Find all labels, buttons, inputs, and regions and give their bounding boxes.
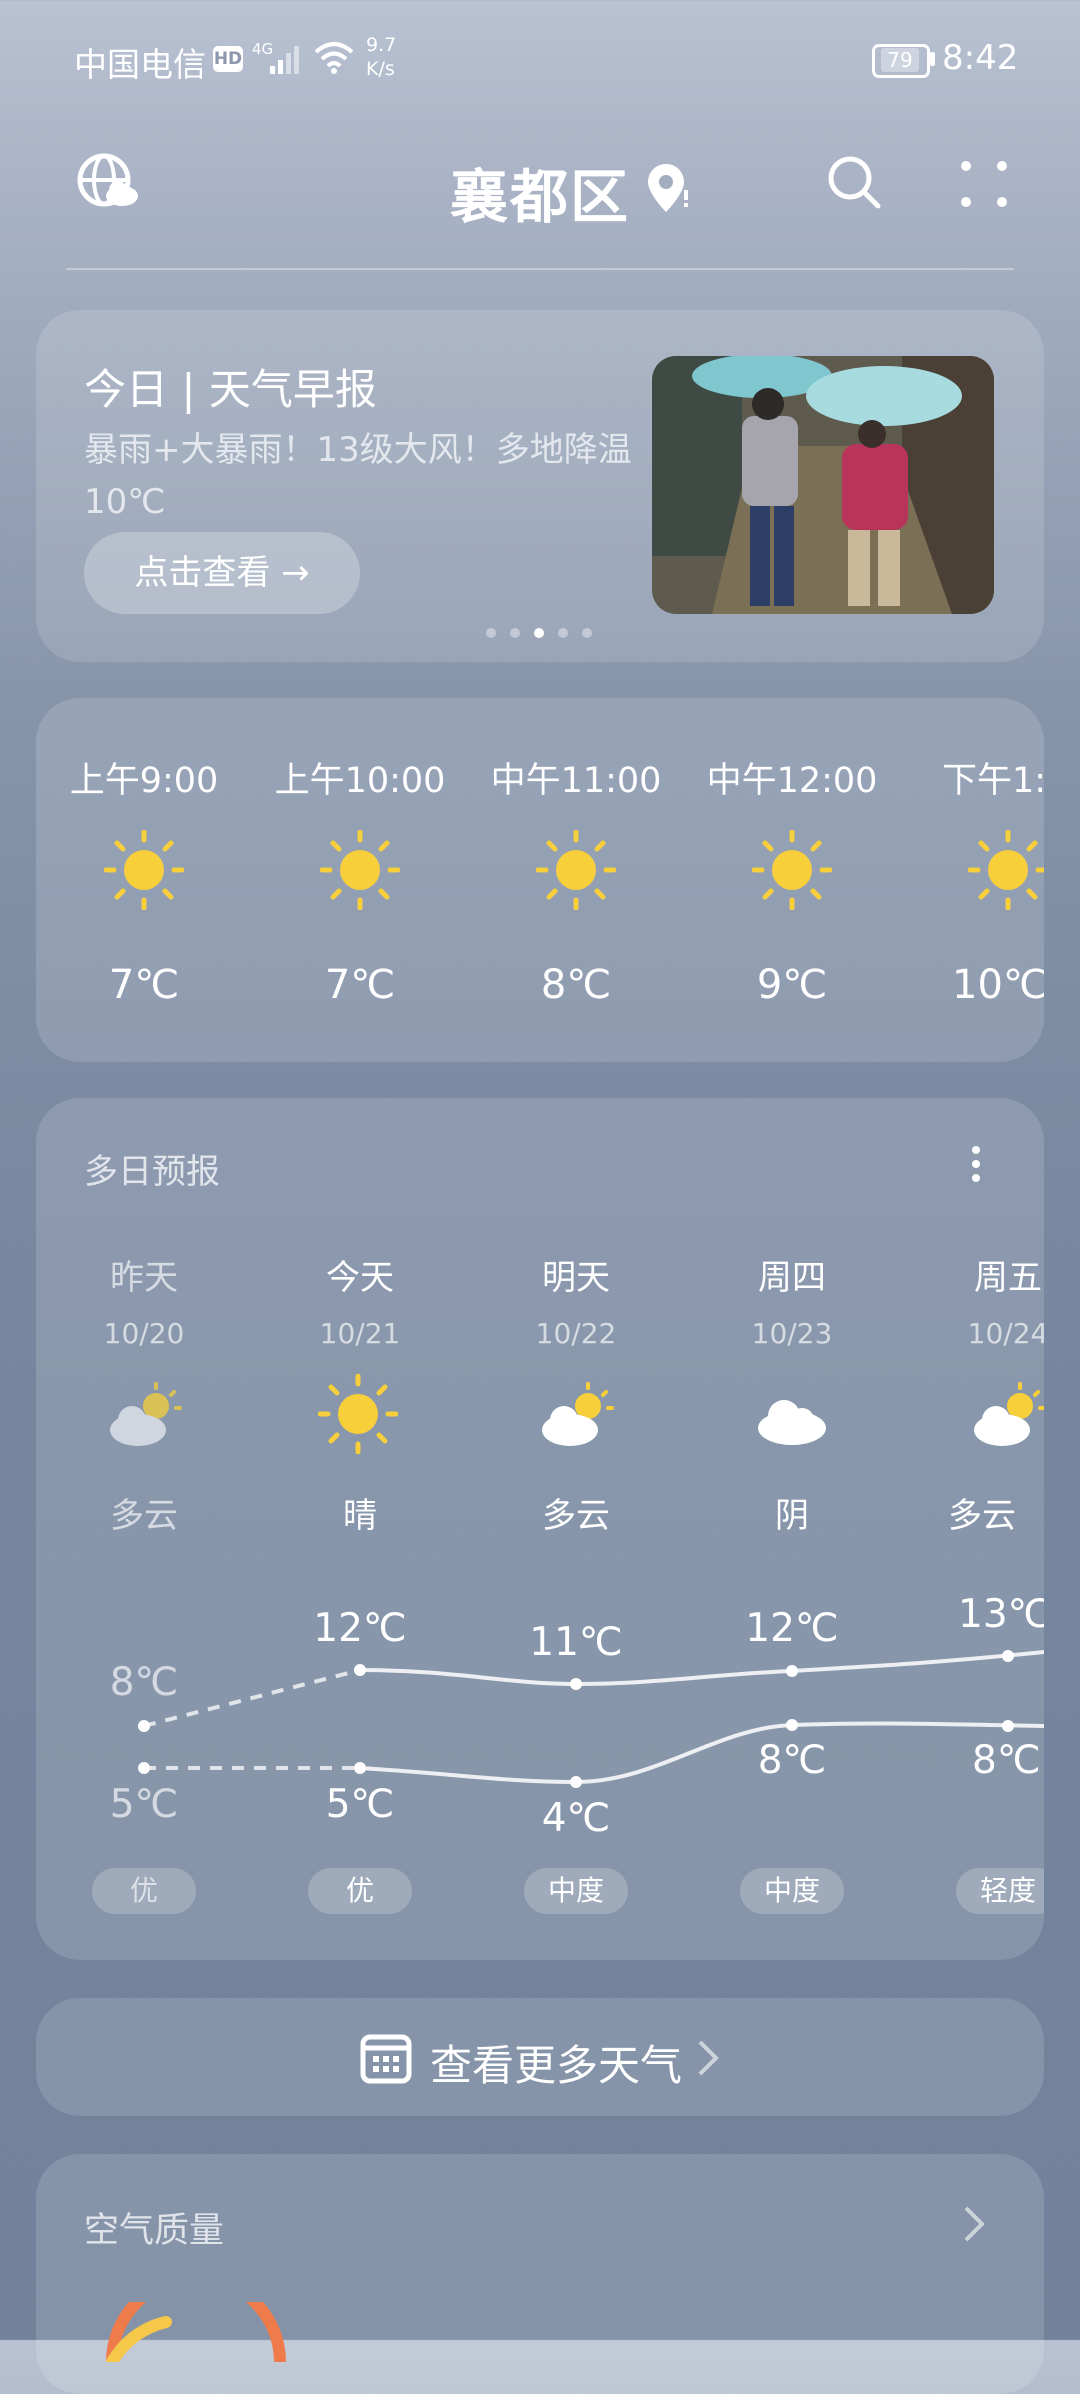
hour-temp: 7℃ <box>324 962 396 1008</box>
more-weather-button[interactable]: 查看更多天气 <box>36 1998 1044 2116</box>
hour-time: 中午12:00 <box>706 761 878 801</box>
status-bar: 中国电信 HD 4G 9.7 K/s 79 8:42 <box>0 0 1080 90</box>
hour-temp: 10℃ <box>952 962 1044 1008</box>
pager-dot-active <box>534 628 544 638</box>
high-temp: 11℃ <box>529 1620 623 1665</box>
rain-umbrella-image <box>652 356 994 614</box>
battery-level: 79 <box>881 48 919 72</box>
low-temp: 8℃ <box>972 1738 1041 1783</box>
low-temp: 4℃ <box>541 1796 611 1841</box>
aqi-badge: 优 <box>92 1868 196 1914</box>
location-header[interactable]: 襄都区 <box>0 150 1080 234</box>
more-icon[interactable] <box>958 158 1010 210</box>
sun-icon <box>536 830 616 910</box>
header-divider <box>66 268 1014 270</box>
high-temp: 8℃ <box>109 1660 179 1705</box>
hour-item: 上午10:00 <box>260 752 460 803</box>
battery-tip <box>930 52 935 66</box>
more-weather-label: 查看更多天气 <box>430 2041 683 2090</box>
chevron-right-icon[interactable] <box>962 2204 986 2244</box>
aqi-gauge-arc <box>106 2302 286 2362</box>
sun-icon <box>968 830 1044 910</box>
net-speed-unit: K/s <box>366 58 395 80</box>
hour-temp: 8℃ <box>540 962 612 1008</box>
high-temp: 12℃ <box>745 1606 839 1651</box>
calendar-icon <box>360 2034 412 2084</box>
high-temp: 13℃ <box>958 1592 1044 1637</box>
sun-icon <box>104 830 184 910</box>
hourly-forecast-card[interactable]: 上午9:00 上午10:00 中午11:00 中午12:00 下午1:00 7℃… <box>36 698 1044 1062</box>
report-title: 今日 | 天气早报 <box>84 365 377 414</box>
daily-forecast-card[interactable]: 多日预报 昨天 10/20 今天 10/21 明天 10/22 周四 10/23… <box>36 1098 1044 1960</box>
low-temp: 8℃ <box>757 1738 827 1783</box>
aqi-badge: 中度 <box>740 1868 844 1914</box>
hour-temp: 9℃ <box>756 962 828 1008</box>
hour-time: 下午1:00 <box>942 761 1044 801</box>
hd-badge: HD <box>213 46 243 72</box>
sun-icon <box>320 830 400 910</box>
wifi-icon <box>314 42 354 74</box>
hour-item: 上午9:00 <box>44 752 244 803</box>
hour-time: 中午11:00 <box>490 761 662 801</box>
carrier-label: 中国电信 <box>74 45 206 84</box>
air-quality-title: 空气质量 <box>84 2211 225 2251</box>
location-pin-icon[interactable] <box>646 160 694 216</box>
aqi-badge: 轻度 <box>956 1868 1044 1914</box>
high-temp: 12℃ <box>313 1606 407 1651</box>
page-title: 襄都区 <box>449 163 630 231</box>
signal-icon <box>270 46 299 74</box>
aqi-badge: 优 <box>308 1868 412 1914</box>
pager-dot <box>510 628 520 638</box>
hour-item: 下午1:00 <box>908 752 1044 803</box>
pager-dot <box>486 628 496 638</box>
aqi-badge: 中度 <box>524 1868 628 1914</box>
low-temp: 5℃ <box>109 1782 179 1827</box>
report-photo[interactable] <box>652 356 994 614</box>
hour-time: 上午10:00 <box>274 761 446 801</box>
report-subtitle: 暴雨+大暴雨！13级大风！多地降温10℃ <box>84 430 632 522</box>
hour-time: 上午9:00 <box>69 761 219 801</box>
air-quality-card[interactable]: 空气质量 <box>36 2154 1044 2394</box>
battery-icon: 79 <box>872 44 930 78</box>
hour-item: 中午12:00 <box>692 752 892 803</box>
view-report-button[interactable]: 点击查看 → <box>84 532 360 614</box>
hour-temp: 7℃ <box>108 962 180 1008</box>
net-speed-value: 9.7 <box>366 34 397 56</box>
chevron-right-icon <box>698 2040 719 2076</box>
pager-dot <box>558 628 568 638</box>
clock: 8:42 <box>942 38 1019 78</box>
pager-dot <box>582 628 592 638</box>
low-temp: 5℃ <box>325 1782 395 1827</box>
search-icon[interactable] <box>826 154 882 210</box>
hour-item: 中午11:00 <box>476 752 676 803</box>
sun-icon <box>752 830 832 910</box>
